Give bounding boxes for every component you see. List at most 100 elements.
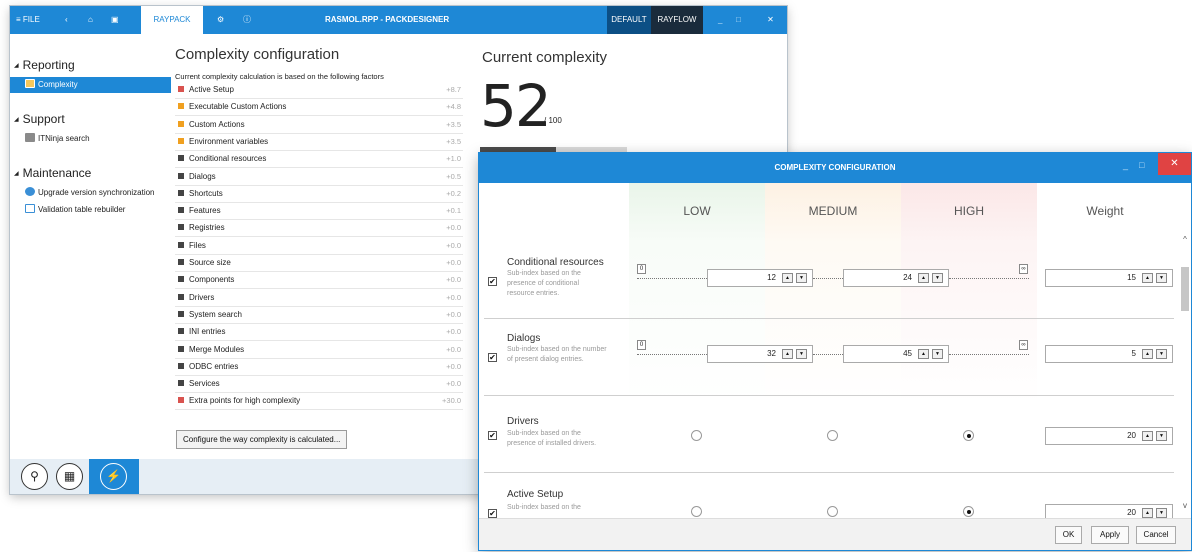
field-value: 32 <box>767 349 776 358</box>
increment-button[interactable]: ▲ <box>782 349 793 359</box>
indicator-description: Sub-index based on the presence of insta… <box>507 430 597 447</box>
factor-value: +0.0 <box>446 292 461 302</box>
low-slider-track[interactable] <box>637 354 707 355</box>
plugin-icon[interactable]: ⚡ <box>100 463 127 490</box>
high-slider-track[interactable] <box>949 354 1029 355</box>
field-value: 5 <box>1131 349 1136 358</box>
factor-value: +0.1 <box>446 206 461 216</box>
file-menu-button[interactable]: ≡ FILE <box>16 6 40 34</box>
medium-slider-track[interactable] <box>813 354 843 355</box>
high-threshold-field[interactable]: 45 ▲ ▼ <box>843 345 949 363</box>
minimize-icon[interactable]: _ <box>1123 153 1128 177</box>
high-threshold-field[interactable]: 24 ▲ ▼ <box>843 269 949 287</box>
mode-rayflow-button[interactable]: RAYFLOW <box>651 6 703 34</box>
indicator-checkbox[interactable]: ✔ <box>488 431 497 440</box>
decrement-button[interactable]: ▼ <box>932 273 943 283</box>
sidebar-footer-active: ⚡ <box>89 459 139 494</box>
increment-button[interactable]: ▲ <box>1142 431 1153 441</box>
indicator-checkbox[interactable]: ✔ <box>488 277 497 286</box>
window-title: RASMOL.RPP - PACKDESIGNER <box>325 15 450 24</box>
high-slider-track[interactable] <box>949 278 1029 279</box>
scroll-thumb[interactable] <box>1181 267 1189 311</box>
collapse-triangle-icon: ◢ <box>14 171 19 178</box>
sidebar-item-validation-rebuilder[interactable]: Validation table rebuilder <box>10 202 171 218</box>
factor-row: Conditional resources +1.0 <box>175 151 463 169</box>
increment-button[interactable]: ▲ <box>918 273 929 283</box>
radio-low[interactable] <box>691 430 702 441</box>
weight-field[interactable]: 20 ▲ ▼ <box>1045 427 1173 445</box>
medium-slider-track[interactable] <box>813 278 843 279</box>
factor-value: +0.0 <box>446 223 461 233</box>
cancel-button[interactable]: Cancel <box>1136 526 1176 544</box>
radio-medium[interactable] <box>827 506 838 517</box>
maximize-icon[interactable]: □ <box>1139 153 1144 177</box>
factor-label: System search <box>189 309 242 319</box>
home-icon[interactable]: ⌂ <box>88 6 93 34</box>
low-slider-track[interactable] <box>637 278 707 279</box>
factor-value: +0.5 <box>446 171 461 181</box>
back-arrow-icon[interactable]: ‹ <box>65 6 68 34</box>
decrement-button[interactable]: ▼ <box>1156 273 1167 283</box>
apply-button[interactable]: Apply <box>1091 526 1129 544</box>
save-icon[interactable]: ▣ <box>111 6 119 34</box>
factor-color-square <box>178 310 184 317</box>
decrement-button[interactable]: ▼ <box>796 273 807 283</box>
low-threshold-field[interactable]: 32 ▲ ▼ <box>707 345 813 363</box>
minimize-icon[interactable]: _ <box>718 6 722 34</box>
maximize-icon[interactable]: □ <box>736 6 741 34</box>
factor-value: +0.0 <box>446 275 461 285</box>
close-icon[interactable]: ✕ <box>1158 153 1191 175</box>
increment-button[interactable]: ▲ <box>1142 508 1153 518</box>
close-icon[interactable]: ✕ <box>754 6 787 34</box>
section-support[interactable]: ◢ Support <box>14 112 65 126</box>
sidebar-item-upgrade-sync[interactable]: Upgrade version synchronization <box>10 185 171 201</box>
weight-field[interactable]: 5 ▲ ▼ <box>1045 345 1173 363</box>
decrement-button[interactable]: ▼ <box>1156 508 1167 518</box>
factor-label: Merge Modules <box>189 344 245 354</box>
key-icon[interactable]: ⚲ <box>21 463 48 490</box>
scroll-down-icon[interactable]: v <box>1179 501 1191 510</box>
column-header-low: LOW <box>683 204 711 218</box>
indicator-checkbox[interactable]: ✔ <box>488 353 497 362</box>
radio-high[interactable] <box>963 506 974 517</box>
gear-icon[interactable]: ⚙ <box>217 6 224 34</box>
weight-field[interactable]: 15 ▲ ▼ <box>1045 269 1173 287</box>
increment-button[interactable]: ▲ <box>918 349 929 359</box>
decrement-button[interactable]: ▼ <box>1156 349 1167 359</box>
grid-icon[interactable]: ▦ <box>56 463 83 490</box>
radio-medium[interactable] <box>827 430 838 441</box>
mode-default-button[interactable]: DEFAULT <box>607 6 651 34</box>
sidebar-item-complexity[interactable]: Complexity <box>10 77 171 93</box>
factor-label: ODBC entries <box>189 361 239 371</box>
factor-row: Dialogs +0.5 <box>175 169 463 186</box>
decrement-button[interactable]: ▼ <box>1156 431 1167 441</box>
weight-field[interactable]: 20 ▲ ▼ <box>1045 504 1173 518</box>
factor-row: INI entries +0.0 <box>175 324 463 342</box>
factor-row: Registries +0.0 <box>175 220 463 238</box>
min-zero-tag: 0 <box>637 340 646 350</box>
factor-color-square <box>178 86 184 92</box>
decrement-button[interactable]: ▼ <box>796 349 807 359</box>
decrement-button[interactable]: ▼ <box>932 349 943 359</box>
info-icon[interactable]: ⓘ <box>243 6 251 34</box>
factor-value: +3.5 <box>446 119 461 129</box>
field-value: 45 <box>903 349 912 358</box>
sidebar-item-itninja[interactable]: ITNinja search <box>10 131 171 147</box>
indicator-checkbox[interactable]: ✔ <box>488 509 497 518</box>
section-maintenance[interactable]: ◢ Maintenance <box>14 166 91 180</box>
section-reporting[interactable]: ◢ Reporting <box>14 58 75 72</box>
radio-high[interactable] <box>963 430 974 441</box>
increment-button[interactable]: ▲ <box>1142 273 1153 283</box>
collapse-triangle-icon: ◢ <box>14 117 19 124</box>
radio-low[interactable] <box>691 506 702 517</box>
ok-button[interactable]: OK <box>1055 526 1082 544</box>
tab-raypack[interactable]: RAYPACK <box>141 6 203 34</box>
factor-value: +0.0 <box>446 344 461 354</box>
factor-value: +4.8 <box>446 102 461 112</box>
increment-button[interactable]: ▲ <box>782 273 793 283</box>
scroll-up-icon[interactable]: ^ <box>1179 235 1191 244</box>
increment-button[interactable]: ▲ <box>1142 349 1153 359</box>
configure-complexity-button[interactable]: Configure the way complexity is calculat… <box>176 430 348 449</box>
vertical-scrollbar[interactable]: ^ v <box>1179 233 1191 518</box>
low-threshold-field[interactable]: 12 ▲ ▼ <box>707 269 813 287</box>
